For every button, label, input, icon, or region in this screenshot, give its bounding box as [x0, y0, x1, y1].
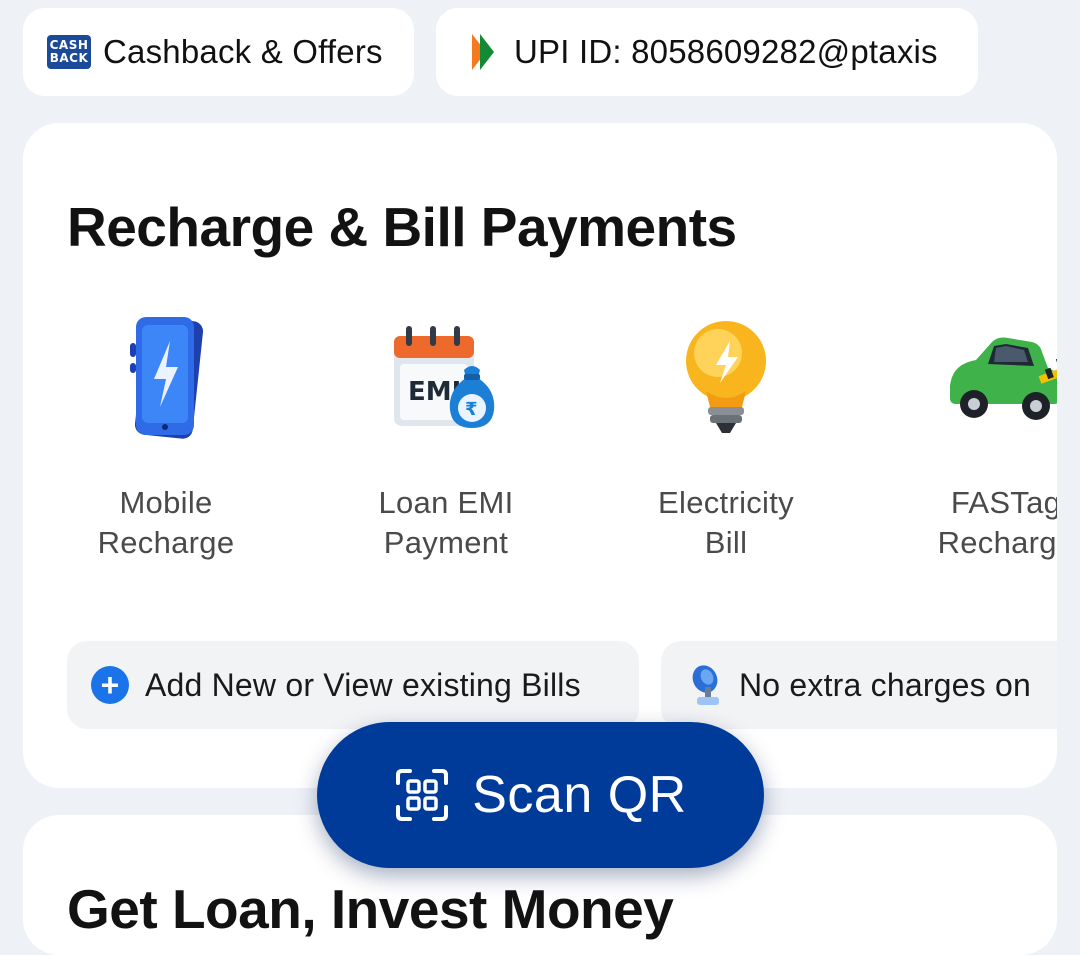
service-label-line1: Loan EMI: [378, 485, 514, 520]
cashback-logo-icon: CASH BACK: [47, 35, 91, 69]
scan-qr-button[interactable]: Scan QR: [317, 722, 764, 868]
section-title-recharge-bill-payments: Recharge & Bill Payments: [67, 196, 737, 258]
car-toll-gate-icon: [950, 337, 1057, 420]
upi-id-chip[interactable]: UPI ID: 8058609282@ptaxis: [436, 8, 978, 96]
upi-logo-icon: [472, 34, 494, 70]
upi-id-label: UPI ID: 8058609282@ptaxis: [514, 33, 938, 70]
cashback-offers-label: Cashback & Offers: [103, 33, 383, 70]
plus-circle-icon: +: [91, 666, 129, 704]
service-label-line2: Recharge: [97, 525, 235, 560]
svg-text:₹: ₹: [465, 399, 478, 420]
no-extra-charges-label: No extra charges on: [739, 666, 1031, 703]
service-mobile-recharge[interactable]: Mobile Recharge: [36, 313, 296, 563]
service-fastag-recharge[interactable]: FASTag Recharge: [876, 313, 1057, 563]
service-label-line1: FASTag: [950, 485, 1057, 520]
satellite-dish-icon: [692, 665, 719, 705]
scan-qr-label: Scan QR: [472, 766, 687, 824]
calendar-emi-money-bag-icon: EMI ₹: [394, 326, 495, 428]
service-label-line2: Bill: [704, 525, 748, 560]
service-label-line2: Recharge: [937, 525, 1057, 560]
section-title-get-loan-invest: Get Loan, Invest Money: [67, 878, 674, 940]
no-extra-charges-banner[interactable]: No extra charges on: [661, 641, 1057, 729]
qr-scan-icon: [396, 769, 449, 821]
service-label-line1: Electricity: [658, 485, 794, 520]
light-bulb-bolt-icon: [686, 321, 766, 433]
cashback-offers-chip[interactable]: CASH BACK Cashback & Offers: [23, 8, 414, 96]
add-view-bills-label: Add New or View existing Bills: [145, 666, 581, 703]
service-label-line1: Mobile: [119, 485, 213, 520]
service-loan-emi-payment[interactable]: EMI ₹ Loan EMI Payment: [316, 313, 576, 563]
service-label-line2: Payment: [383, 525, 509, 560]
mobile-phone-bolt-icon: [130, 317, 204, 439]
service-electricity-bill[interactable]: Electricity Bill: [596, 313, 856, 563]
cashback-logo-text-bottom: BACK: [49, 51, 89, 65]
recharge-bill-payments-card: Recharge & Bill Payments Mobile Recharge: [23, 123, 1057, 788]
add-view-bills-button[interactable]: + Add New or View existing Bills: [67, 641, 639, 729]
